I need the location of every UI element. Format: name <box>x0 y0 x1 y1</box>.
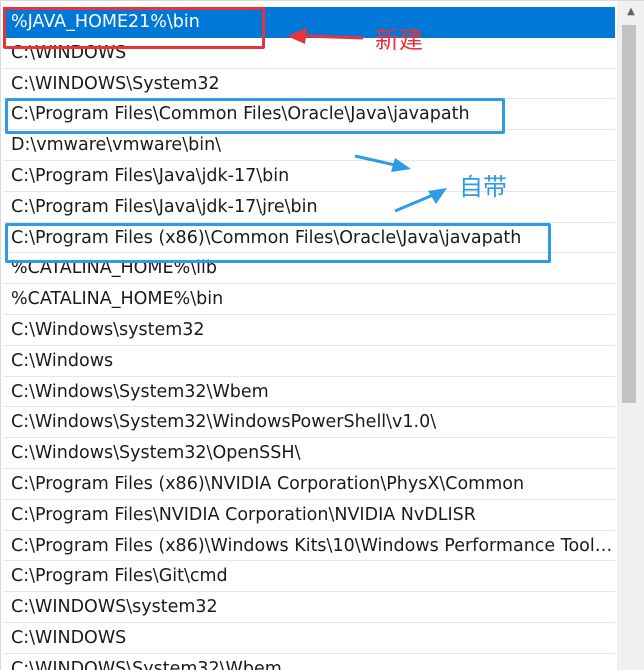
vertical-scrollbar[interactable]: ▲ <box>617 1 644 670</box>
new-entry-highlight-box <box>3 7 265 49</box>
builtin-entry-highlight-box-1 <box>5 98 505 134</box>
path-list-item[interactable]: C:\Program Files\Java\jdk-17\jre\bin <box>3 192 615 223</box>
builtin-entry-highlight-box-2 <box>5 223 551 263</box>
path-list-item[interactable]: C:\Windows\System32\OpenSSH\ <box>3 438 615 469</box>
path-list-item[interactable]: C:\Program Files (x86)\NVIDIA Corporatio… <box>3 469 615 500</box>
path-list-item[interactable]: C:\WINDOWS\System32 <box>3 69 615 100</box>
scroll-thumb[interactable] <box>622 25 636 403</box>
path-list-item[interactable]: C:\WINDOWS\system32 <box>3 592 615 623</box>
path-list-item[interactable]: C:\WINDOWS <box>3 623 615 654</box>
path-list-item[interactable]: C:\WINDOWS\System32\Wbem <box>3 654 615 670</box>
path-list-item[interactable]: C:\Windows\system32 <box>3 315 615 346</box>
path-list-item[interactable]: C:\Windows\System32\Wbem <box>3 377 615 408</box>
path-list-item[interactable]: C:\Program Files (x86)\Windows Kits\10\W… <box>3 531 615 562</box>
scroll-up-arrow-icon[interactable]: ▲ <box>617 1 644 23</box>
path-list-item[interactable]: C:\Program Files\NVIDIA Corporation\NVID… <box>3 500 615 531</box>
builtin-annotation-label: 自带 <box>459 173 507 201</box>
path-list-item[interactable]: D:\vmware\vmware\bin\ <box>3 130 615 161</box>
path-editor-window: %JAVA_HOME21%\bin C:\WINDOWS C:\WINDOWS\Sy… <box>0 0 644 670</box>
path-list-item[interactable]: %CATALINA_HOME%\bin <box>3 284 615 315</box>
path-list-item[interactable]: C:\Program Files\Git\cmd <box>3 561 615 593</box>
path-list-item[interactable]: C:\Program Files\Java\jdk-17\bin <box>3 161 615 192</box>
path-list-item[interactable]: C:\Windows\System32\WindowsPowerShell\v1… <box>3 407 615 439</box>
path-list-item[interactable]: C:\Windows <box>3 346 615 377</box>
new-annotation-label: 新建 <box>375 26 423 54</box>
